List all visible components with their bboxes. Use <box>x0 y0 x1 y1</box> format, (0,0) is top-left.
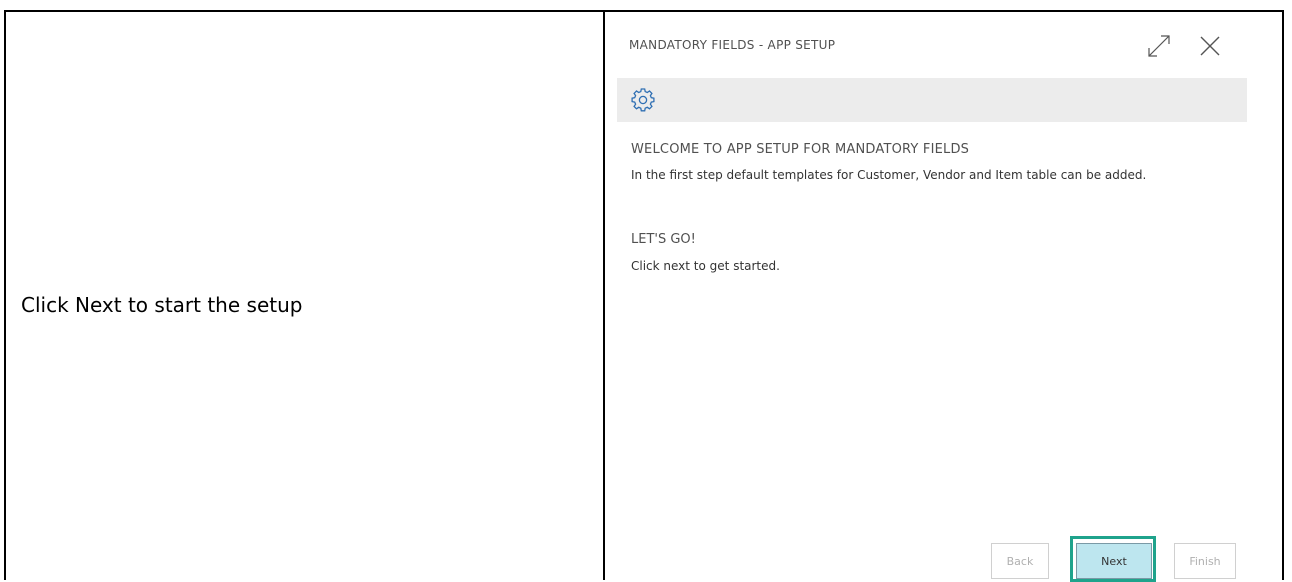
setup-dialog: MANDATORY FIELDS - APP SETUP WELCOME TO … <box>605 12 1282 582</box>
next-button[interactable]: Next <box>1076 543 1152 579</box>
expand-icon[interactable] <box>1144 33 1174 59</box>
gear-icon <box>631 88 655 112</box>
welcome-heading: WELCOME TO APP SETUP FOR MANDATORY FIELD… <box>631 142 970 157</box>
document-table: Click Next to start the setup MANDATORY … <box>4 10 1284 582</box>
setup-banner <box>617 78 1247 122</box>
back-button[interactable]: Back <box>991 543 1049 579</box>
welcome-text: In the first step default templates for … <box>631 168 1147 182</box>
instruction-text: Click Next to start the setup <box>21 293 303 317</box>
close-icon[interactable] <box>1197 33 1223 59</box>
letsgo-text: Click next to get started. <box>631 259 780 273</box>
finish-button[interactable]: Finish <box>1174 543 1236 579</box>
instruction-cell: Click Next to start the setup <box>6 12 603 580</box>
dialog-title: MANDATORY FIELDS - APP SETUP <box>629 38 836 52</box>
letsgo-heading: LET'S GO! <box>631 232 696 247</box>
